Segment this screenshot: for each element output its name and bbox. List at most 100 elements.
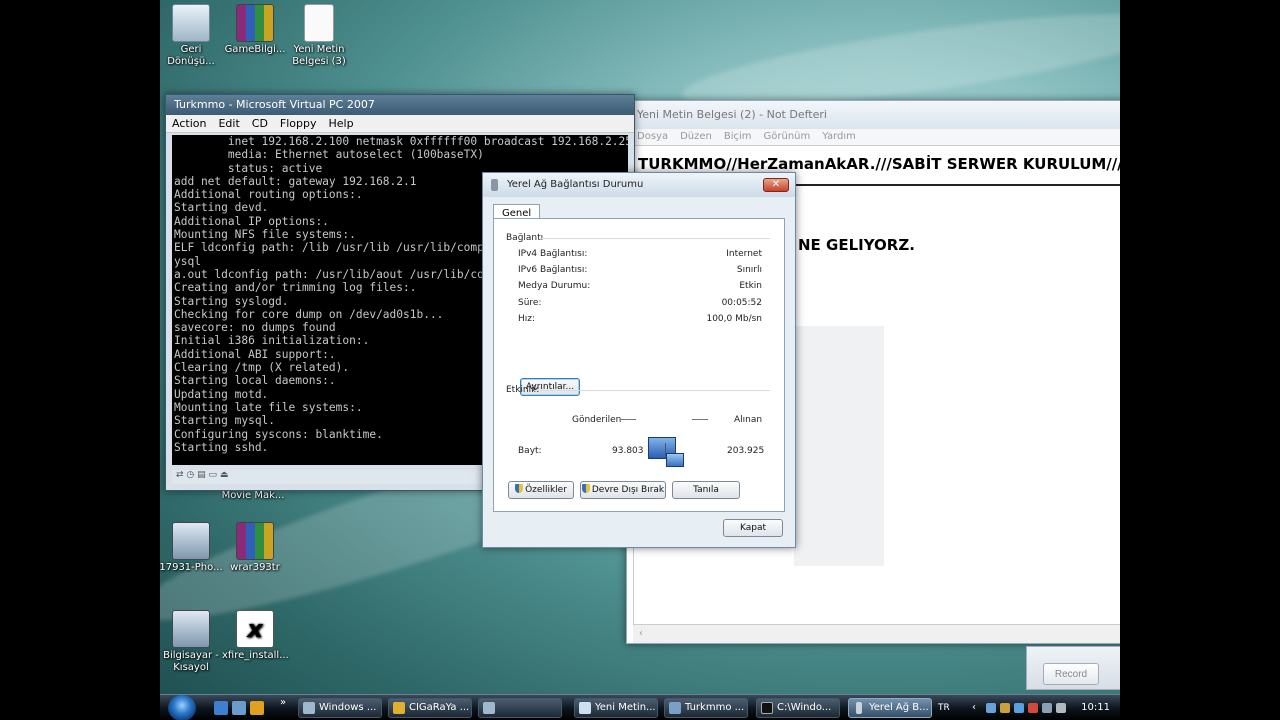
tray-expand-icon[interactable]: ‹	[972, 695, 976, 720]
diagnose-button[interactable]: Tanıla	[672, 481, 740, 499]
dialog-title: Yerel Ağ Bağlantısı Durumu	[507, 179, 644, 190]
tray-app-icon[interactable]	[986, 703, 996, 713]
desktop-icon-setup[interactable]: 17931-Pho...	[160, 522, 224, 574]
cmd-icon	[761, 702, 773, 714]
menu-duzen[interactable]: Düzen	[680, 131, 712, 142]
notepad-ghost-overlay	[794, 326, 884, 566]
row-duration: Süre: 00:05:52	[518, 298, 762, 308]
properties-button[interactable]: Özellikler	[508, 481, 574, 499]
switch-windows-icon[interactable]	[232, 701, 246, 715]
row-value: Etkin	[739, 281, 762, 291]
uac-shield-icon	[515, 484, 524, 493]
taskbar-item-camera[interactable]	[478, 698, 562, 718]
desktop-icon-recycle-bin[interactable]: Geri Dönüşü...	[160, 4, 224, 68]
horizontal-scrollbar[interactable]: ‹	[633, 625, 1120, 643]
bytes-received: 203.925	[727, 446, 765, 456]
menu-help[interactable]: Help	[329, 117, 354, 130]
winrar-installer-icon	[236, 522, 274, 560]
quicklaunch-chevron-icon[interactable]: »	[280, 697, 286, 708]
taskbar: » Windows ... CIGaRaYa ... Yeni Metin...…	[160, 694, 1120, 720]
notepad-line: NE GELIYORZ.	[798, 236, 915, 254]
network-computers-icon	[648, 437, 686, 473]
row-label: Süre:	[518, 298, 542, 308]
desktop-icon-label: GameBilgi...	[224, 44, 286, 55]
task-label: C:\Windo...	[777, 702, 832, 713]
desktop-icon-gamebilgi[interactable]: GameBilgi...	[222, 4, 288, 56]
row-ipv6: IPv6 Bağlantısı: Sınırlı	[518, 265, 762, 275]
record-button[interactable]: Record	[1043, 663, 1099, 685]
desktop-icon-movie-maker[interactable]: Movie Mak...	[220, 490, 286, 504]
menu-gorunum[interactable]: Görünüm	[764, 131, 811, 142]
activity-line	[692, 419, 708, 420]
taskbar-item-windows[interactable]: Windows ...	[298, 698, 382, 718]
computer-setup-icon	[172, 522, 210, 560]
security-tray-icon[interactable]	[1028, 703, 1038, 713]
taskbar-item-browser[interactable]: CIGaRaYa ...	[388, 698, 472, 718]
desktop-icon-winrar-installer[interactable]: wrar393tr	[222, 522, 288, 574]
notepad-title: Yeni Metin Belgesi (2) - Not Defteri	[627, 101, 1120, 129]
desktop-icon-label: Movie Mak...	[221, 490, 285, 501]
task-label: Turkmmo ...	[685, 702, 745, 713]
record-panel: Record	[1026, 646, 1120, 690]
menu-action[interactable]: Action	[172, 117, 206, 130]
taskbar-item-virtual-pc[interactable]: Turkmmo ...	[664, 698, 748, 718]
activity-separator	[665, 443, 666, 457]
row-ipv4: IPv4 Bağlantısı: Internet	[518, 249, 762, 259]
taskbar-item-notepad[interactable]: Yeni Metin...	[574, 698, 658, 718]
menu-bicim[interactable]: Biçim	[724, 131, 752, 142]
menu-floppy[interactable]: Floppy	[280, 117, 317, 130]
virtual-pc-icon	[669, 702, 681, 714]
desktop-icon-label: wrar393tr	[230, 562, 280, 573]
menu-yardim[interactable]: Yardım	[822, 131, 856, 142]
network-plug-icon	[856, 702, 862, 714]
row-value: Internet	[726, 249, 762, 259]
desktop-icon-computer-shortcut[interactable]: Bilgisayar - Kısayol	[160, 610, 224, 674]
recycle-bin-icon	[172, 4, 210, 42]
media-player-icon[interactable]	[250, 701, 264, 715]
menu-edit[interactable]: Edit	[218, 117, 239, 130]
disable-button-label: Devre Dışı Bırak	[591, 485, 665, 495]
tray-app-icon[interactable]	[1000, 703, 1010, 713]
close-dialog-button[interactable]: Kapat	[723, 519, 783, 537]
dialog-titlebar: Yerel Ağ Bağlantısı Durumu ✕	[483, 173, 795, 197]
taskbar-item-network-status[interactable]: Yerel Ağ B...	[848, 698, 932, 718]
menu-dosya[interactable]: Dosya	[637, 131, 668, 142]
browser-icon	[393, 702, 405, 714]
tab-strip: Genel	[493, 201, 541, 222]
row-media-state: Medya Durumu: Etkin	[518, 281, 762, 291]
volume-icon[interactable]	[1056, 703, 1066, 713]
row-label: IPv6 Bağlantısı:	[518, 265, 588, 275]
activity-line	[620, 419, 636, 420]
network-plug-icon	[491, 179, 498, 191]
text-document-icon	[304, 4, 334, 42]
close-button[interactable]: ✕	[763, 178, 789, 192]
sent-label: Gönderilen	[572, 415, 622, 425]
show-desktop-icon[interactable]	[214, 701, 228, 715]
clock[interactable]: 10:11	[1081, 695, 1110, 720]
desktop-icon-label: Bilgisayar - Kısayol	[163, 650, 219, 673]
network-tray-icon[interactable]	[1014, 703, 1024, 713]
network-status-dialog[interactable]: Yerel Ağ Bağlantısı Durumu ✕ Genel Bağla…	[482, 172, 796, 548]
tray-app-icon[interactable]	[1042, 703, 1052, 713]
desktop-icon-xfire[interactable]: x xfire_install...	[222, 610, 289, 662]
uac-shield-icon	[581, 484, 590, 493]
system-tray: TR ‹ 10:11	[930, 695, 1120, 720]
row-label: Medya Durumu:	[518, 281, 591, 291]
desktop-icon-label: Yeni Metin Belgesi (3)	[292, 44, 346, 67]
bytes-label: Bayt:	[518, 446, 542, 456]
group-divider	[540, 238, 770, 239]
received-label: Alınan	[734, 415, 763, 425]
taskbar-item-cmd[interactable]: C:\Windo...	[756, 698, 840, 718]
console-line: media: Ethernet autoselect (100baseTX)	[174, 148, 484, 162]
task-label: CIGaRaYa ...	[409, 702, 470, 713]
xfire-icon: x	[236, 610, 274, 648]
disable-button[interactable]: Devre Dışı Bırak	[580, 481, 666, 499]
menu-cd[interactable]: CD	[252, 117, 268, 130]
language-indicator[interactable]: TR	[938, 695, 950, 720]
virtual-pc-menubar: Action Edit CD Floppy Help	[166, 115, 634, 133]
desktop: Geri Dönüşü... GameBilgi... Yeni Metin B…	[160, 0, 1120, 720]
row-label: IPv4 Bağlantısı:	[518, 249, 588, 259]
row-speed: Hız: 100,0 Mb/sn	[518, 314, 762, 324]
start-button[interactable]	[168, 695, 196, 720]
desktop-icon-text-document[interactable]: Yeni Metin Belgesi (3)	[286, 4, 352, 68]
